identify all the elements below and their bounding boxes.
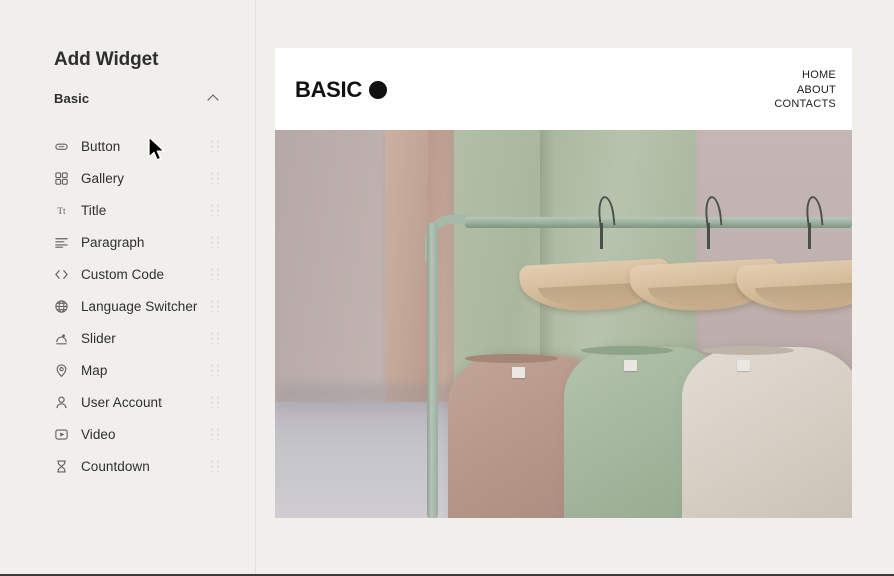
map-pin-icon xyxy=(54,363,69,378)
widget-item-video[interactable]: Video xyxy=(0,418,256,450)
site-header: BASIC HOME ABOUT CONTACTS xyxy=(275,48,852,130)
widget-item-label: Gallery xyxy=(81,170,125,186)
app-root: Add Widget Basic Button Gallery Tt Title Par… xyxy=(0,0,894,576)
widget-item-slider[interactable]: Slider xyxy=(0,322,256,354)
hero-hanger-stem xyxy=(600,223,603,250)
hero-garment-tag xyxy=(511,367,525,379)
drag-handle-icon[interactable] xyxy=(211,332,220,345)
code-brackets-icon xyxy=(54,267,69,282)
slider-dial-icon xyxy=(54,331,69,346)
widget-item-language-switcher[interactable]: Language Switcher xyxy=(0,290,256,322)
drag-handle-icon[interactable] xyxy=(211,236,220,249)
hero-hanger-stem xyxy=(808,223,811,250)
drag-handle-icon[interactable] xyxy=(211,268,220,281)
site-nav-item-contacts[interactable]: CONTACTS xyxy=(774,97,836,112)
hero-garment-tag xyxy=(624,359,638,371)
hero-hanger-stem xyxy=(707,223,710,250)
hero-garment-tag xyxy=(736,359,750,371)
site-nav: HOME ABOUT CONTACTS xyxy=(774,68,836,112)
drag-handle-icon[interactable] xyxy=(211,140,220,153)
page-title: Add Widget xyxy=(54,49,159,70)
drag-handle-icon[interactable] xyxy=(211,172,220,185)
drag-handle-icon[interactable] xyxy=(211,396,220,409)
widget-item-button[interactable]: Button xyxy=(0,130,256,162)
widget-list: Button Gallery Tt Title Paragraph Custom Code… xyxy=(0,130,256,482)
widget-item-label: Map xyxy=(81,362,108,378)
button-pill-icon xyxy=(54,139,69,154)
hero-sweatshirt-cream xyxy=(681,347,852,518)
user-person-icon xyxy=(54,395,69,410)
widget-item-label: Button xyxy=(81,138,121,154)
widget-item-title[interactable]: Tt Title xyxy=(0,194,256,226)
drag-handle-icon[interactable] xyxy=(211,460,220,473)
widget-item-label: Custom Code xyxy=(81,266,165,282)
widget-item-label: User Account xyxy=(81,394,162,410)
widget-item-countdown[interactable]: Countdown xyxy=(0,450,256,482)
widget-item-custom-code[interactable]: Custom Code xyxy=(0,258,256,290)
section-label: Basic xyxy=(54,90,90,106)
widget-item-gallery[interactable]: Gallery xyxy=(0,162,256,194)
hero-collar xyxy=(465,353,558,363)
site-logo[interactable]: BASIC xyxy=(295,77,387,103)
add-widget-panel: Add Widget Basic Button Gallery Tt Title Par… xyxy=(0,0,256,574)
widget-item-label: Countdown xyxy=(81,458,150,474)
chevron-up-icon[interactable] xyxy=(208,93,219,104)
svg-text:Tt: Tt xyxy=(57,206,66,216)
video-play-icon xyxy=(54,427,69,442)
widget-item-label: Paragraph xyxy=(81,234,145,250)
widget-item-label: Language Switcher xyxy=(81,298,198,314)
widget-item-map[interactable]: Map xyxy=(0,354,256,386)
globe-icon xyxy=(54,299,69,314)
widget-item-user-account[interactable]: User Account xyxy=(0,386,256,418)
gallery-grid-icon xyxy=(54,171,69,186)
drag-handle-icon[interactable] xyxy=(211,204,220,217)
hero-rack-post xyxy=(426,223,438,518)
site-logo-text: BASIC xyxy=(295,77,362,102)
drag-handle-icon[interactable] xyxy=(211,300,220,313)
widget-item-paragraph[interactable]: Paragraph xyxy=(0,226,256,258)
hero-collar xyxy=(580,346,674,356)
widget-item-label: Video xyxy=(81,426,116,442)
hourglass-icon xyxy=(54,459,69,474)
site-nav-item-about[interactable]: ABOUT xyxy=(774,83,836,98)
paragraph-lines-icon xyxy=(54,235,69,250)
widget-item-label: Title xyxy=(81,202,107,218)
drag-handle-icon[interactable] xyxy=(211,364,220,377)
title-tt-icon: Tt xyxy=(54,203,69,218)
site-nav-item-home[interactable]: HOME xyxy=(774,68,836,83)
filled-circle-icon xyxy=(368,81,387,99)
hero-image[interactable] xyxy=(275,130,852,518)
widget-item-label: Slider xyxy=(81,330,116,346)
hero-collar xyxy=(701,346,795,356)
hero-rack-bar xyxy=(465,216,852,229)
section-header-basic[interactable]: Basic xyxy=(54,88,219,108)
drag-handle-icon[interactable] xyxy=(211,428,220,441)
site-preview-canvas[interactable]: BASIC HOME ABOUT CONTACTS xyxy=(275,48,852,518)
